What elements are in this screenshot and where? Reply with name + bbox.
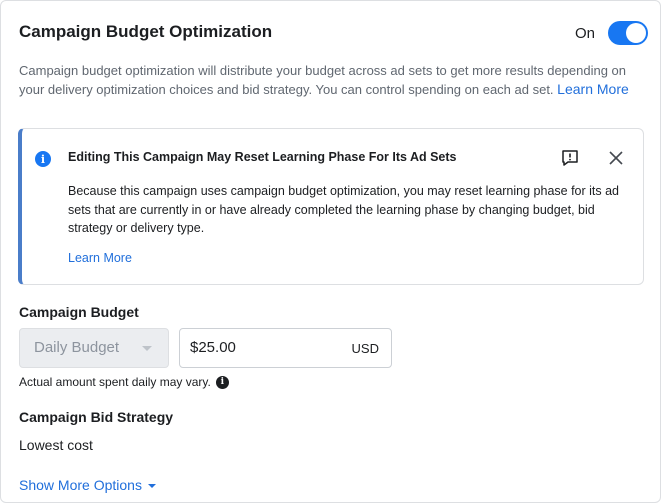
campaign-budget-heading: Campaign Budget (19, 304, 139, 320)
toggle-label: On (574, 24, 595, 42)
budget-hint: Actual amount spent daily may vary. i (19, 375, 229, 389)
panel-title: Campaign Budget Optimization (19, 22, 273, 41)
budget-type-select[interactable]: Daily Budget (19, 328, 169, 368)
budget-amount-field[interactable]: USD (179, 328, 392, 368)
panel-header: Campaign Budget Optimization On (19, 21, 648, 45)
show-more-options-label: Show More Options (19, 477, 142, 493)
show-more-options-link[interactable]: Show More Options (19, 477, 156, 493)
bid-strategy-heading: Campaign Bid Strategy (19, 409, 174, 425)
alert-body: Because this campaign uses campaign budg… (68, 184, 620, 235)
close-icon[interactable] (607, 149, 625, 167)
alert-title: Editing This Campaign May Reset Learning… (68, 150, 457, 164)
cbo-toggle-group: On (575, 21, 648, 45)
description-text: Campaign budget optimization will distri… (19, 63, 627, 97)
budget-hint-text: Actual amount spent daily may vary. (19, 375, 211, 389)
currency-label: USD (351, 341, 379, 356)
caret-down-icon (147, 483, 156, 488)
alert-learn-more-link[interactable]: Learn More (68, 251, 132, 265)
cbo-description: Campaign budget optimization will distri… (19, 61, 637, 99)
toggle-knob (626, 23, 646, 43)
bid-strategy-value: Lowest cost (19, 437, 93, 453)
learning-phase-alert: i Editing This Campaign May Reset Learni… (18, 128, 644, 285)
feedback-icon[interactable] (560, 148, 580, 168)
budget-type-value: Daily Budget (34, 339, 120, 356)
chevron-down-icon (142, 346, 152, 351)
budget-amount-input[interactable] (190, 339, 340, 356)
info-icon: i (35, 151, 51, 167)
description-learn-more-link[interactable]: Learn More (557, 81, 629, 97)
info-icon[interactable]: i (215, 375, 229, 389)
cbo-toggle-switch[interactable] (608, 21, 648, 45)
campaign-budget-panel: Campaign Budget Optimization On Campaign… (0, 0, 661, 503)
